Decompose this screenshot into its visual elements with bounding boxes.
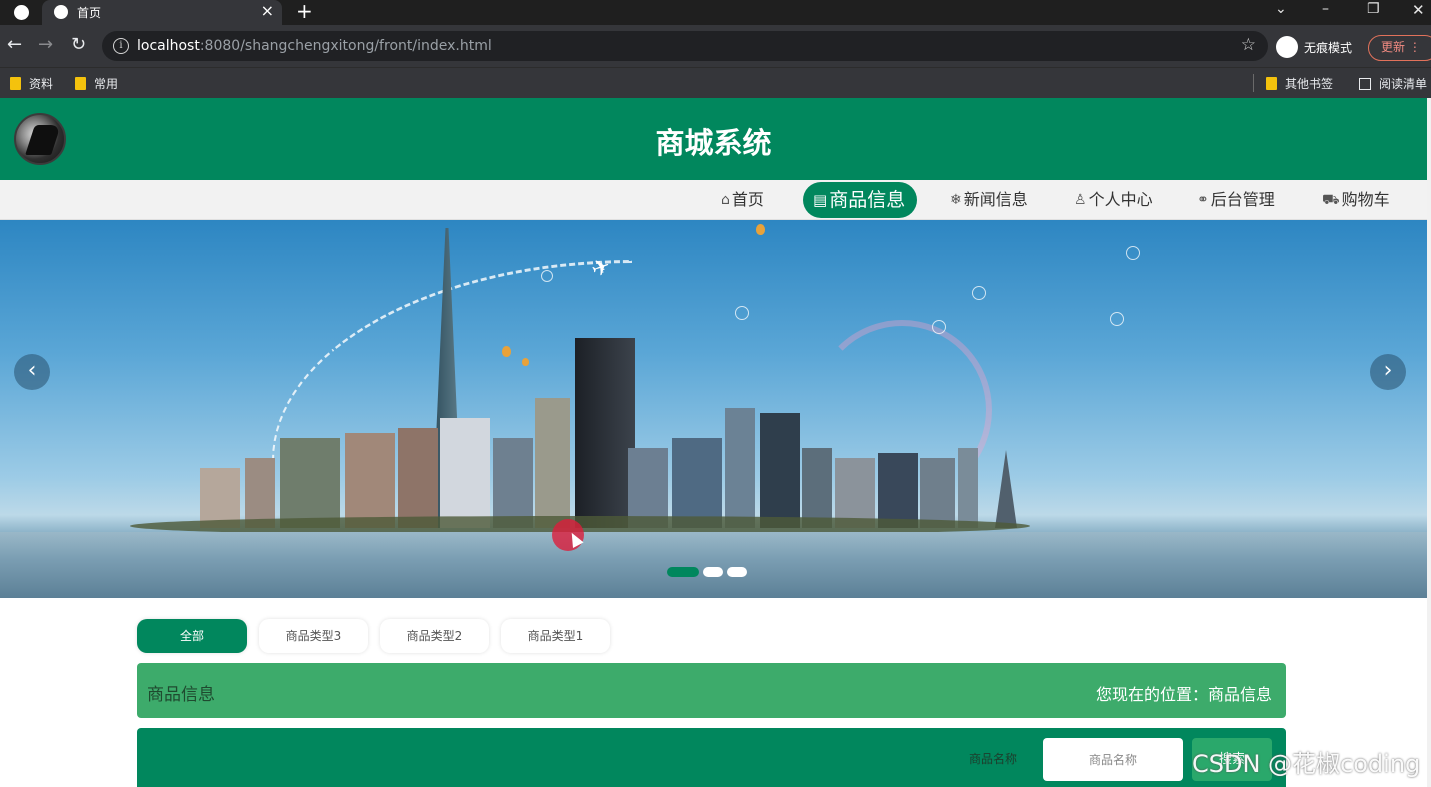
browser-tab[interactable]: 首页 × [42, 0, 282, 25]
link-icon: ⚭ [1197, 192, 1209, 208]
user-icon: ♙ [1074, 192, 1087, 208]
goods-icon: ▤ [813, 191, 828, 209]
update-button[interactable]: 更新 ⋮ [1368, 35, 1431, 61]
category-tabs: 全部 商品类型3 商品类型2 商品类型1 [137, 619, 610, 653]
site-header: 商城系统 [0, 98, 1427, 180]
folder-icon [75, 77, 86, 90]
other-bookmarks[interactable]: 其他书签 [1266, 75, 1333, 92]
incognito-icon[interactable] [1276, 36, 1298, 58]
breadcrumb: 商品信息 您现在的位置：商品信息 [137, 663, 1286, 718]
tab-search-icon[interactable]: ⌄ [1275, 1, 1287, 17]
update-label: 更新 [1381, 40, 1406, 54]
carousel-dot-1[interactable] [667, 567, 699, 577]
cart-icon: ⛟ [1322, 192, 1340, 208]
site-info-icon[interactable]: i [113, 38, 129, 54]
balloon [502, 346, 511, 357]
globe-icon [54, 5, 68, 19]
category-tab-type3[interactable]: 商品类型3 [259, 619, 368, 653]
category-tab-all[interactable]: 全部 [137, 619, 247, 653]
nav-personal[interactable]: ♙ 个人中心 [1074, 180, 1153, 220]
forward-icon[interactable]: → [38, 35, 53, 55]
search-label: 商品名称 [969, 752, 1018, 766]
page-scrollbar[interactable] [1427, 98, 1431, 787]
reading-list-icon [1359, 77, 1371, 90]
bubble [972, 286, 986, 300]
watermark: CSDN @花椒coding [1192, 750, 1421, 778]
breadcrumb-path: 您现在的位置：商品信息 [1095, 685, 1272, 704]
browser-tab-bar: 首页 × + ⌄ – ❐ ✕ [0, 0, 1431, 25]
bookmark-label: 资料 [29, 77, 54, 91]
close-tab-icon[interactable]: × [261, 1, 274, 20]
url-host: localhost [137, 38, 200, 54]
chevron-right-icon: › [1383, 358, 1393, 383]
other-bookmarks-label: 其他书签 [1285, 77, 1334, 91]
browser-menu-icon[interactable] [14, 5, 29, 20]
bubble [541, 270, 553, 282]
reading-list[interactable]: 阅读清单 [1359, 75, 1427, 92]
search-input[interactable] [1043, 738, 1183, 781]
tab-title: 首页 [77, 6, 102, 20]
nav-admin[interactable]: ⚭ 后台管理 [1197, 180, 1275, 220]
nav-admin-label: 后台管理 [1210, 190, 1275, 209]
category-tab-type1[interactable]: 商品类型1 [501, 619, 610, 653]
search-panel: 商品名称 搜索 [137, 728, 1286, 787]
bookmark-label: 常用 [94, 77, 119, 91]
bookmark-star-icon[interactable]: ☆ [1241, 35, 1256, 55]
site-title: 商城系统 [655, 126, 772, 160]
close-window-icon[interactable]: ✕ [1412, 1, 1425, 19]
nav-home-label: 首页 [731, 190, 764, 209]
carousel-dot-3[interactable] [727, 567, 747, 577]
bubble [932, 320, 946, 334]
address-toolbar: ← → ↻ i localhost:8080/shangchengxitong/… [0, 25, 1431, 67]
bookmark-separator [1253, 74, 1254, 92]
bookmark-folder-2[interactable]: 常用 [75, 75, 118, 92]
nav-goods-label: 商品信息 [829, 189, 906, 211]
minimize-icon[interactable]: – [1322, 1, 1329, 17]
back-icon[interactable]: ← [7, 35, 22, 55]
carousel-indicators [667, 567, 747, 577]
incognito-label[interactable]: 无痕模式 [1304, 39, 1352, 56]
bubble [735, 306, 749, 320]
carousel-dot-2[interactable] [703, 567, 723, 577]
carousel-next-button[interactable]: › [1370, 354, 1406, 390]
nav-home[interactable]: ⌂ 首页 [721, 180, 764, 220]
bubble [1126, 246, 1140, 260]
snowflake-icon: ❄ [950, 192, 962, 208]
nav-cart[interactable]: ⛟ 购物车 [1322, 180, 1390, 220]
category-tab-type2[interactable]: 商品类型2 [380, 619, 489, 653]
nav-goods[interactable]: ▤ 商品信息 [803, 182, 918, 218]
bookmarks-bar: 资料 常用 其他书签 阅读清单 [0, 67, 1431, 98]
folder-icon [1266, 77, 1277, 90]
nav-news[interactable]: ❄ 新闻信息 [950, 180, 1028, 220]
main-nav: ⌂ 首页 ▤ 商品信息 ❄ 新闻信息 ♙ 个人中心 ⚭ 后台管理 ⛟ 购物车 [0, 180, 1427, 220]
nav-news-label: 新闻信息 [963, 190, 1028, 209]
banner-carousel[interactable]: ✈ ‹ › [0, 220, 1427, 598]
bookmark-folder-1[interactable]: 资料 [10, 75, 53, 92]
nav-cart-label: 购物车 [1341, 190, 1390, 209]
url-text[interactable]: localhost:8080/shangchengxitong/front/in… [137, 38, 492, 54]
new-tab-icon[interactable]: + [296, 0, 313, 23]
carousel-prev-button[interactable]: ‹ [14, 354, 50, 390]
chevron-left-icon: ‹ [27, 358, 37, 383]
address-field[interactable]: i localhost:8080/shangchengxitong/front/… [102, 31, 1268, 61]
home-icon: ⌂ [721, 192, 730, 208]
web-page: 商城系统 ⌂ 首页 ▤ 商品信息 ❄ 新闻信息 ♙ 个人中心 ⚭ 后台管理 ⛟ 购物车 ✈ [0, 98, 1427, 787]
reload-icon[interactable]: ↻ [71, 35, 86, 55]
folder-icon [10, 77, 21, 90]
balloon [756, 224, 765, 235]
url-path: :8080/shangchengxitong/front/index.html [199, 38, 492, 54]
balloon [522, 358, 529, 366]
bubble [1110, 312, 1124, 326]
reading-list-label: 阅读清单 [1379, 77, 1428, 91]
restore-icon[interactable]: ❐ [1367, 1, 1380, 17]
section-title: 商品信息 [147, 685, 215, 705]
sea [0, 532, 1427, 598]
nav-personal-label: 个人中心 [1088, 190, 1153, 209]
